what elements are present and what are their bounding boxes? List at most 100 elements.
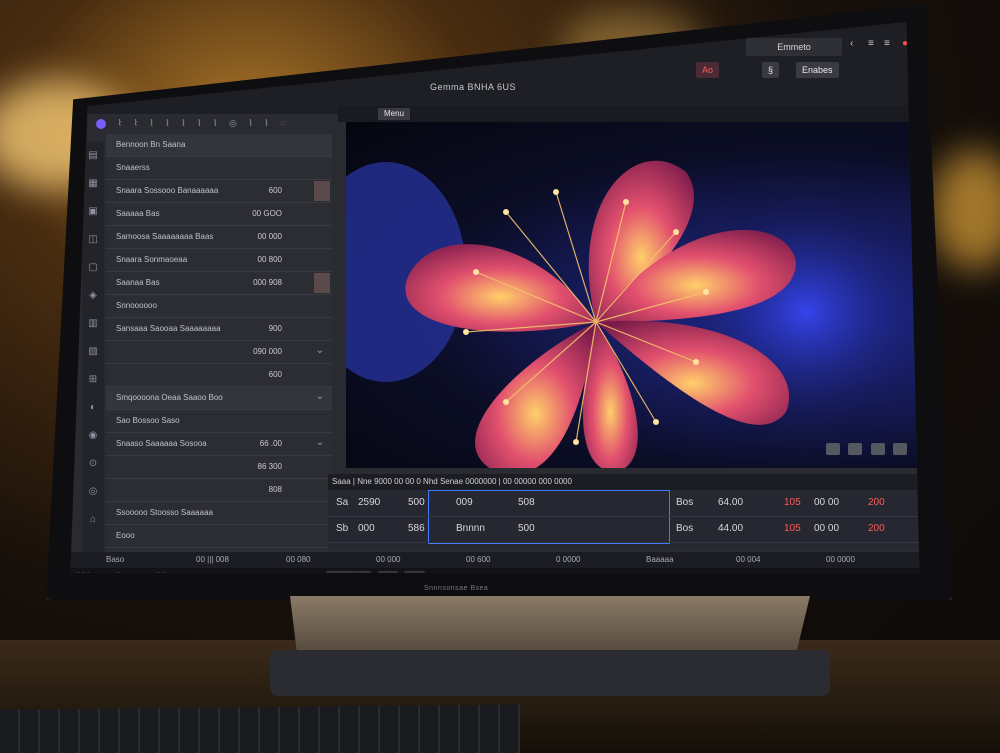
list-item-label: Eooo	[116, 531, 135, 540]
panel-icon[interactable]: ⊞	[82, 366, 104, 394]
tool-chip-section[interactable]: §	[762, 62, 780, 78]
bottom-bar-item[interactable]: 00 004	[736, 555, 760, 564]
bottom-bar-item[interactable]: 00 600	[466, 555, 490, 564]
list-item-value: 090 000	[253, 347, 282, 356]
list-item-value: 600	[268, 186, 282, 195]
list-item-value: 00 000	[257, 232, 282, 241]
list-item[interactable]: Samoosa Saaaaaaaa Baas 00 000	[106, 226, 332, 249]
list-item-label: Sansaaa Saooaa Saaaaaaaa	[116, 324, 221, 333]
list-item-label: Snaaso Saaaaaa Sosooa	[116, 439, 207, 448]
timeline-cell: 00 00	[814, 497, 840, 508]
timeline-header: Saaa | Nne 9000 00 00 0 Nhd Senae 000000…	[328, 474, 920, 490]
timeline-cell: Sb	[336, 523, 349, 534]
timeline-track[interactable]: Sa 2590 500 009 508 Bos 64.00 105 00 00 200	[328, 492, 920, 517]
toolbar-icon[interactable]: ◌	[280, 118, 285, 128]
list-item-value: 66 .00	[259, 439, 282, 448]
timeline-track[interactable]: Sb 000 586 Bnnnn 500 Bos 44.00 105 00 00 200	[328, 518, 920, 543]
zoom-fit-icon[interactable]	[848, 443, 863, 455]
list-item-label: Saanaa Bas	[116, 278, 160, 287]
bokeh-light	[930, 150, 1000, 270]
keyboard	[0, 704, 520, 753]
toolbar-icon[interactable]: ⌇	[248, 118, 252, 129]
panel-icon[interactable]: ▥	[82, 310, 104, 338]
list-item[interactable]: Saanaa Bas 000 908	[106, 272, 332, 295]
panel-icon[interactable]: ◫	[82, 226, 104, 254]
thumbnail[interactable]	[314, 273, 330, 293]
bottom-bar-item[interactable]: 0 0000	[556, 555, 580, 564]
panel-icon[interactable]: ▣	[82, 198, 104, 226]
list-item[interactable]: 808	[106, 479, 332, 502]
chevron-down-icon[interactable]: ⌄	[316, 391, 324, 402]
panel-icon[interactable]: ◈	[82, 282, 104, 310]
list-item[interactable]: 090 000 ⌄	[106, 341, 332, 364]
thumbnail[interactable]	[314, 181, 330, 201]
top-bar: Gemma BNHA 6US Emmeto ‹ ≡ ≡ ● Ao § Enabe…	[70, 22, 920, 114]
toolbar-icon[interactable]: ⌇	[197, 118, 201, 129]
list-item-label: Snaara Sossooo Banaaaaaa	[116, 186, 219, 195]
bottom-bar-item[interactable]: 00 0000	[826, 555, 855, 564]
list-item[interactable]: Bennoon Bn Saana	[106, 134, 332, 157]
list-item-value: 86 300	[257, 462, 282, 471]
list-item-label: Snaaerss	[116, 163, 150, 172]
list-item-value: 000 908	[253, 278, 282, 287]
timeline-cell: 000	[358, 523, 375, 534]
list-item-value: 600	[268, 370, 282, 379]
bottom-bar-item[interactable]: Baso	[106, 555, 124, 564]
tool-chip-enabes[interactable]: Enabes	[796, 62, 839, 78]
list-item[interactable]: Ssooooo Stoosso Saaaaaa	[106, 502, 332, 525]
toolbar-icon[interactable]: ⌇	[133, 118, 137, 129]
panel-icon[interactable]: ◎	[82, 478, 104, 506]
chevron-down-icon[interactable]: ⌄	[316, 437, 324, 448]
list-item[interactable]: Sao Bossoo Saso	[106, 410, 332, 433]
list-item[interactable]: Sansaaa Saooaa Saaaaaaaa 900	[106, 318, 332, 341]
toolbar-icon[interactable]: ⌇	[165, 118, 169, 129]
list-item[interactable]: 86 300	[106, 456, 332, 479]
tab-preview[interactable]: Menu	[378, 108, 411, 120]
list-item-label: Saaaaa Bas	[116, 209, 160, 218]
bottom-bar-item[interactable]: 00 080	[286, 555, 310, 564]
list-item[interactable]: Eooo	[106, 525, 332, 548]
timeline: Sa 2590 500 009 508 Bos 64.00 105 00 00 200 Sb 000 5…	[328, 490, 920, 548]
panel-icon[interactable]: ◐	[82, 394, 104, 422]
timeline-cell: 500	[408, 497, 425, 508]
timeline-cell: Bnnnn	[456, 523, 485, 534]
panel-icon[interactable]: ▧	[82, 338, 104, 366]
zoom-in-icon[interactable]	[870, 443, 885, 455]
panel-icon[interactable]: ◉	[82, 422, 104, 450]
app-logo-icon	[96, 118, 106, 129]
toolbar-target-icon[interactable]: ◎	[229, 118, 237, 129]
home-icon[interactable]: ⌂	[82, 506, 104, 534]
list-item[interactable]: 600	[106, 364, 332, 387]
panel-icon[interactable]: ▦	[82, 170, 104, 198]
toolbar-icon[interactable]: ⌇	[213, 118, 217, 129]
toolbar-icon[interactable]: ⌇	[264, 118, 268, 129]
monitor-brand: Snnnsonsae Bsea	[424, 585, 489, 592]
chevron-down-icon[interactable]: ⌄	[316, 345, 324, 356]
top-button[interactable]: Emmeto	[746, 38, 842, 56]
list-item[interactable]: Saaaaa Bas 00 GOO	[106, 203, 332, 226]
list-item[interactable]: Snaaso Saaaaaa Sosooa 66 .00 ⌄	[106, 433, 332, 456]
bottom-bar-item[interactable]: 00 ||| 008	[196, 555, 229, 564]
fullscreen-icon[interactable]	[893, 443, 908, 455]
list-item-label: Bennoon Bn Saana	[116, 140, 186, 149]
list-item[interactable]: Snaaerss	[106, 157, 332, 180]
panel-icon[interactable]: ⊙	[82, 450, 104, 478]
bottom-bar-item[interactable]: 00 000	[376, 555, 400, 564]
toolbar-icon[interactable]: ⌇	[149, 118, 153, 129]
preview-controls	[826, 442, 911, 456]
list-item[interactable]: Snnoooooo	[106, 295, 332, 318]
toolbar-icon[interactable]: ⌇	[118, 118, 122, 129]
timeline-cell: 586	[408, 523, 425, 534]
window-menu2-icon[interactable]: ≡	[884, 38, 890, 49]
panel-icon[interactable]: ▢	[82, 254, 104, 282]
tool-chip-ao[interactable]: Ao	[696, 62, 720, 78]
toolbar-icon[interactable]: ⌇	[181, 118, 185, 129]
window-menu-icon[interactable]: ≡	[868, 38, 874, 49]
bottom-bar-item[interactable]: Baaaaa	[646, 555, 674, 564]
zoom-out-icon[interactable]	[826, 443, 840, 455]
list-item-label: Snaara Sonmaoeaa	[116, 255, 188, 264]
list-item[interactable]: Smqoooona Oeaa Saaoo Boo ⌄	[106, 387, 332, 410]
list-item[interactable]: Snaara Sossooo Banaaaaaa 600	[106, 180, 332, 203]
window-back-icon[interactable]: ‹	[850, 38, 853, 49]
list-item[interactable]: Snaara Sonmaoeaa 00 800	[106, 249, 332, 272]
